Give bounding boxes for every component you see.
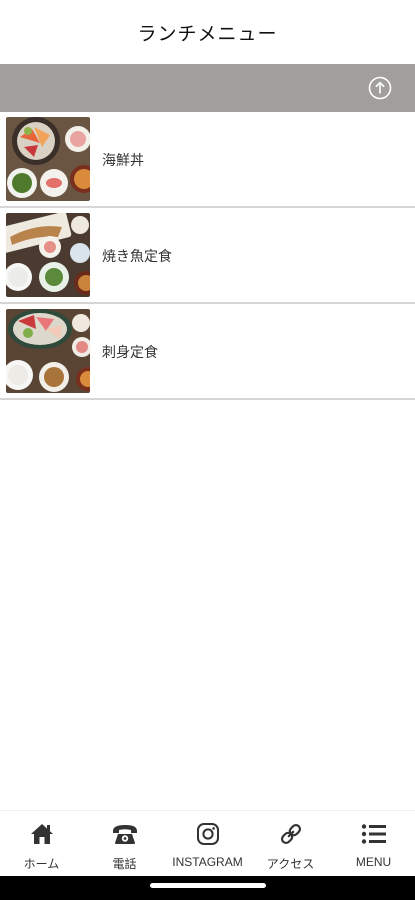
home-indicator[interactable] <box>150 883 266 888</box>
menu-list: 海鮮丼 焼き魚定食 刺身定食 <box>0 112 415 400</box>
list-item[interactable]: 刺身定食 <box>0 304 415 400</box>
link-icon <box>280 823 301 845</box>
bottom-navigation: ホーム 電話 INSTAGRAM アクセス MENU <box>0 810 415 876</box>
telephone-icon <box>112 825 137 844</box>
system-home-indicator-area <box>0 876 415 900</box>
nav-phone-label: 電話 <box>112 857 137 871</box>
nav-instagram-label: INSTAGRAM <box>172 855 243 869</box>
nav-instagram[interactable]: INSTAGRAM <box>166 811 249 876</box>
nav-phone[interactable]: 電話 <box>83 811 166 876</box>
grilled-fish-set-photo <box>6 213 90 297</box>
scroll-top-button[interactable] <box>368 76 392 100</box>
app-header: ランチメニュー <box>0 0 415 64</box>
list-item[interactable]: 海鮮丼 <box>0 112 415 208</box>
nav-menu-label: MENU <box>355 855 392 869</box>
arrow-up-circle-icon <box>368 76 392 100</box>
instagram-icon <box>196 823 219 845</box>
menu-item-label: 焼き魚定食 <box>102 249 172 265</box>
home-icon <box>30 824 53 844</box>
menu-item-label: 海鮮丼 <box>102 153 144 169</box>
menu-list-icon <box>361 824 386 844</box>
nav-access[interactable]: アクセス <box>249 811 332 876</box>
kaisendon-photo <box>6 117 90 201</box>
sashimi-set-photo <box>6 309 90 393</box>
nav-menu[interactable]: MENU <box>332 811 415 876</box>
nav-access-label: アクセス <box>266 857 315 871</box>
page-title: ランチメニュー <box>137 22 278 45</box>
nav-home[interactable]: ホーム <box>0 811 83 876</box>
menu-item-label: 刺身定食 <box>102 345 158 361</box>
sub-header-bar <box>0 64 415 112</box>
nav-home-label: ホーム <box>23 857 60 871</box>
list-item[interactable]: 焼き魚定食 <box>0 208 415 304</box>
